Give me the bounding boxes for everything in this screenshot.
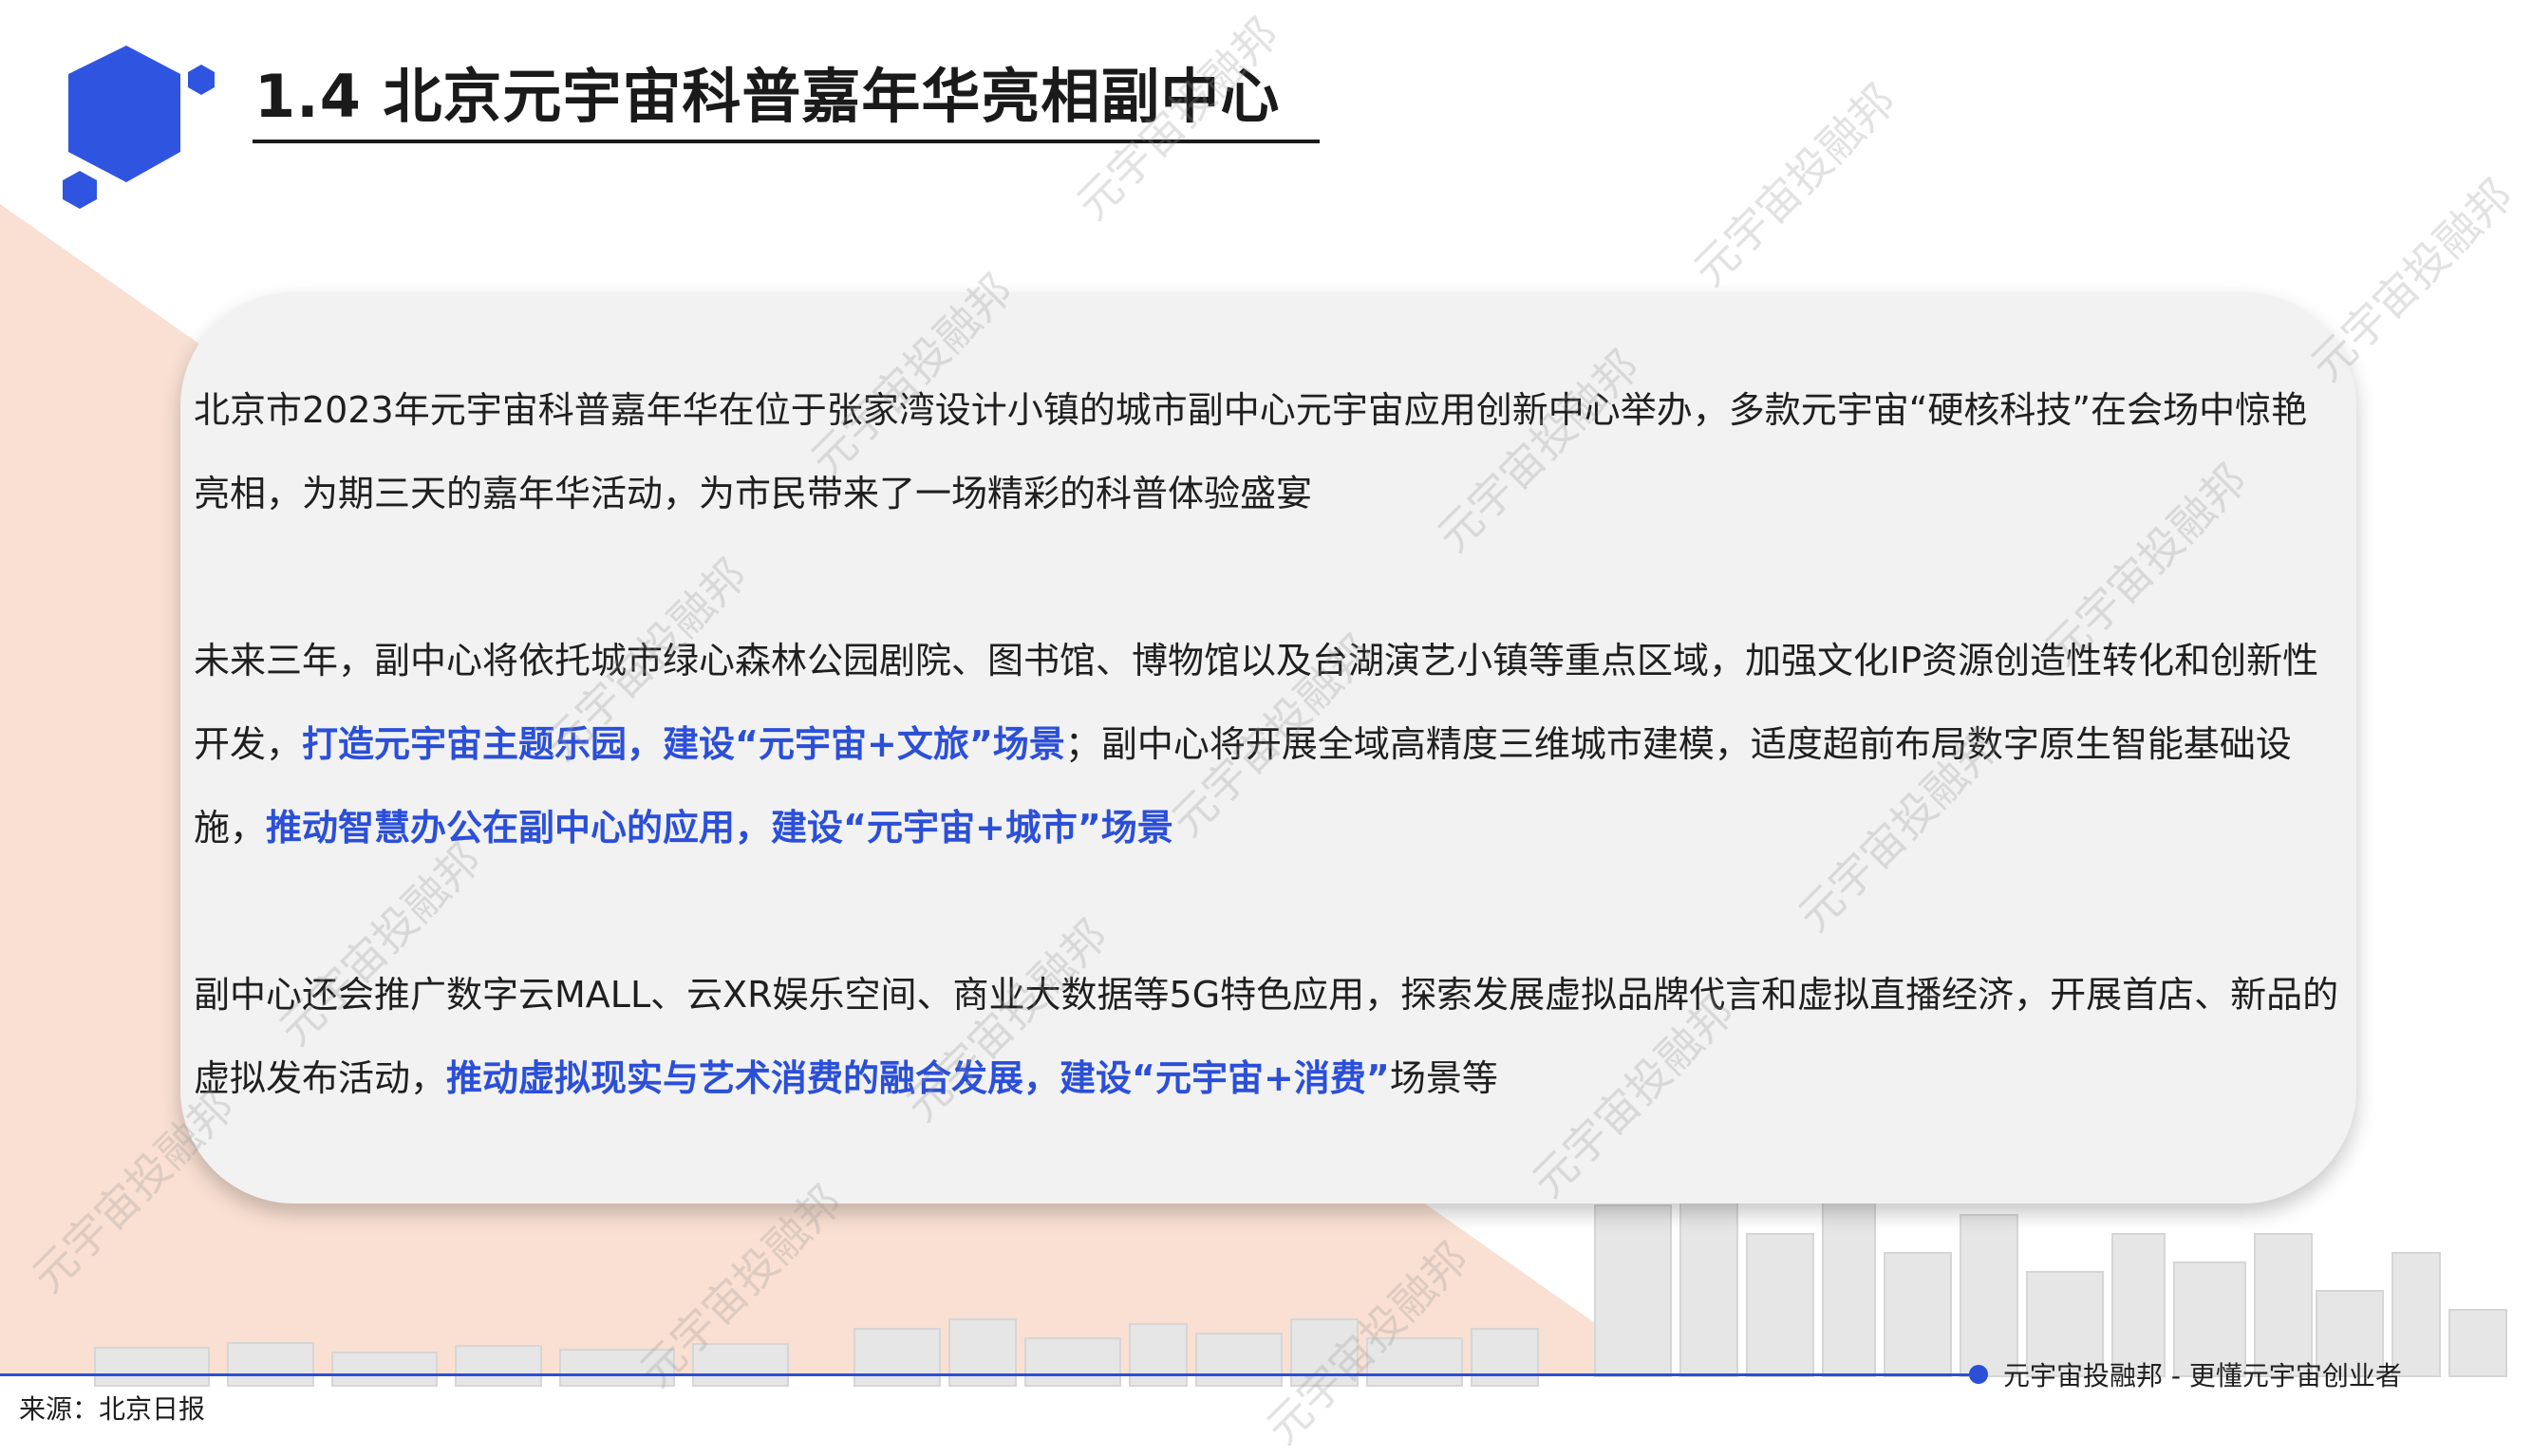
page-title: 1.4 北京元宇宙科普嘉年华亮相副中心 (254, 62, 1281, 131)
paragraph-2: 未来三年，副中心将依托城市绿心森林公园剧院、图书馆、博物馆以及台湖演艺小镇等重点… (194, 619, 2339, 869)
large-hexagon-shape (68, 46, 180, 182)
paragraph-3-highlight-1: 推动虚拟现实与艺术消费的融合发展，建设“元宇宙+消费” (446, 1057, 1390, 1099)
small-hexagon-shape-bottom (63, 171, 97, 209)
paragraph-1-segment-1: 北京市2023年元宇宙科普嘉年华在位于张家湾设计小镇的城市副中心元宇宙应用创新中… (194, 389, 2308, 514)
paragraph-2-highlight-1: 打造元宇宙主题乐园，建设“元宇宙+文旅”场景 (302, 723, 1065, 765)
content-text: 北京市2023年元宇宙科普嘉年华在位于张家湾设计小镇的城市副中心元宇宙应用创新中… (194, 368, 2339, 1120)
footer-dot-icon (1969, 1365, 1988, 1384)
paragraph-2-highlight-2: 推动智慧办公在副中心的应用，建设“元宇宙+城市”场景 (266, 807, 1173, 849)
paragraph-3: 副中心还会推广数字云MALL、云XR娱乐空间、商业大数据等5G特色应用，探索发展… (194, 953, 2339, 1120)
paragraph-1: 北京市2023年元宇宙科普嘉年华在位于张家湾设计小镇的城市副中心元宇宙应用创新中… (194, 368, 2339, 535)
footer-brand: 元宇宙投融邦 - 更懂元宇宙创业者 (2003, 1360, 2402, 1391)
footer-divider (0, 1373, 1975, 1376)
source-note: 来源：北京日报 (19, 1393, 206, 1425)
title-underline (253, 140, 1320, 143)
small-hexagon-shape-top (188, 65, 215, 95)
logo-hexagon-icon (63, 46, 215, 209)
paragraph-3-segment-3: 场景等 (1389, 1057, 1498, 1099)
